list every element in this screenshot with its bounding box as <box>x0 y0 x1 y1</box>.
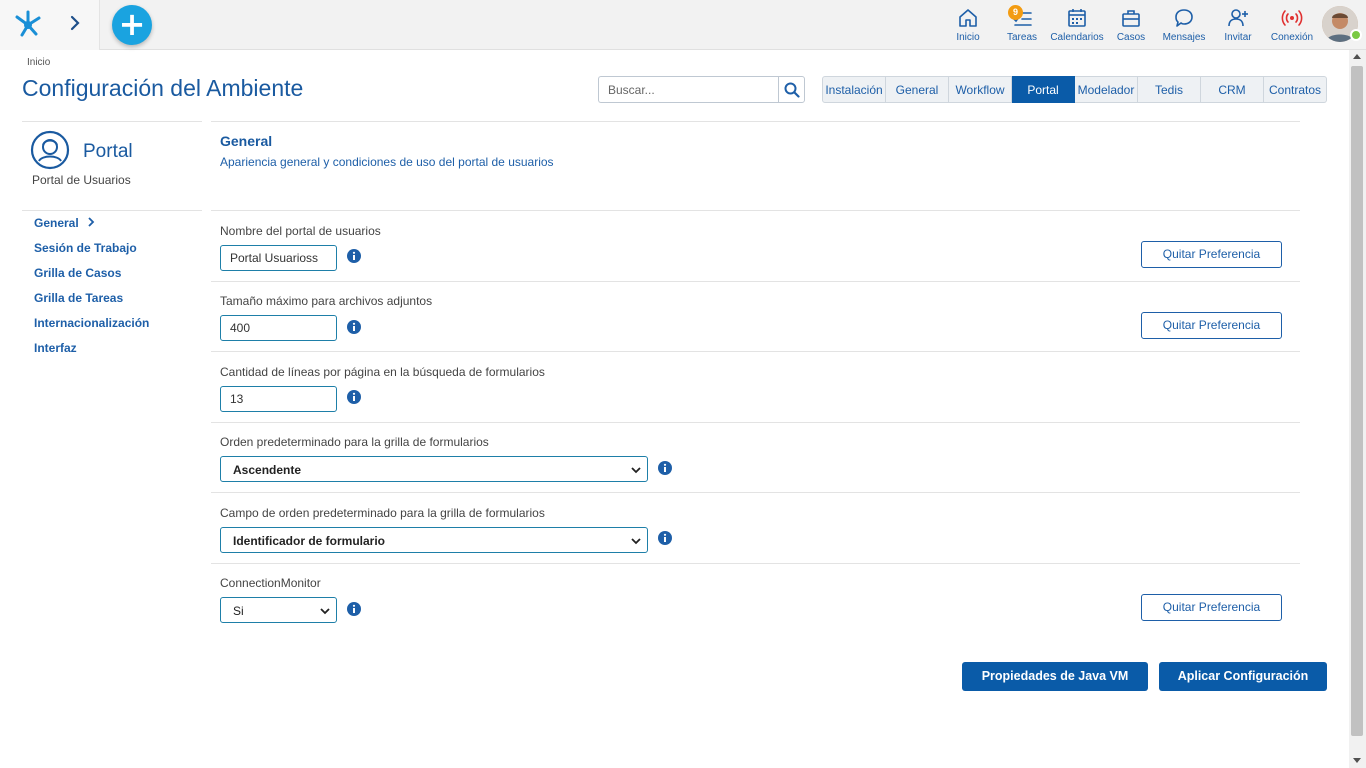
field-label: Orden predeterminado para la grilla de f… <box>220 435 489 449</box>
chevron-down-icon <box>631 538 641 545</box>
logo-block <box>0 0 100 50</box>
section-subtitle: Apariencia general y condiciones de uso … <box>220 155 554 169</box>
topbar-label: Inicio <box>956 32 980 43</box>
app-logo-icon[interactable] <box>12 9 44 39</box>
divider <box>211 281 1300 282</box>
topbar-messages[interactable]: Mensajes <box>1162 7 1206 43</box>
expand-chevron-icon[interactable] <box>68 14 82 32</box>
lines-per-page-input[interactable] <box>220 386 337 412</box>
section-title: General <box>220 133 273 149</box>
remove-preference-button[interactable]: Quitar Preferencia <box>1141 312 1282 339</box>
message-icon <box>1175 9 1193 27</box>
default-order-field-select[interactable]: Identificador de formulario <box>220 527 648 553</box>
divider <box>211 351 1300 352</box>
topbar-invite[interactable]: Invitar <box>1222 7 1254 43</box>
apply-configuration-button[interactable]: Aplicar Configuración <box>1159 662 1327 691</box>
remove-preference-button[interactable]: Quitar Preferencia <box>1141 241 1282 268</box>
menu-item-sesion[interactable]: Sesión de Trabajo <box>34 240 149 265</box>
search-input[interactable] <box>598 76 779 103</box>
calendar-icon <box>1068 9 1086 27</box>
field-label: Nombre del portal de usuarios <box>220 224 381 238</box>
tab-crm[interactable]: CRM <box>1201 76 1264 103</box>
connection-icon <box>1281 10 1303 26</box>
page-title: Configuración del Ambiente <box>22 75 304 101</box>
scroll-down-arrow-icon[interactable] <box>1353 758 1361 763</box>
tab-portal[interactable]: Portal <box>1012 76 1075 103</box>
search-button[interactable] <box>778 76 805 103</box>
tab-general[interactable]: General <box>886 76 949 103</box>
divider <box>211 563 1300 564</box>
connection-monitor-select[interactable]: Si <box>220 597 337 623</box>
select-value: Ascendente <box>233 463 302 477</box>
topbar-tasks[interactable]: 9 Tareas <box>1006 5 1038 43</box>
plus-icon: + <box>118 5 146 43</box>
java-vm-properties-button[interactable]: Propiedades de Java VM <box>962 662 1148 691</box>
scroll-thumb[interactable] <box>1351 66 1363 736</box>
topbar-label: Mensajes <box>1162 32 1206 43</box>
field-label: Tamaño máximo para archivos adjuntos <box>220 294 433 308</box>
select-value: Identificador de formulario <box>233 534 386 548</box>
info-icon[interactable] <box>347 320 361 334</box>
tab-tedis[interactable]: Tedis <box>1138 76 1201 103</box>
divider <box>211 121 1300 122</box>
tasks-badge: 9 <box>1008 5 1023 20</box>
divider <box>22 210 202 211</box>
topbar-label: Calendarios <box>1050 32 1104 43</box>
divider <box>211 210 1300 211</box>
breadcrumb[interactable]: Inicio <box>27 57 50 68</box>
topbar-calendars[interactable]: Calendarios <box>1050 7 1104 43</box>
search-icon <box>784 82 800 98</box>
remove-preference-button[interactable]: Quitar Preferencia <box>1141 594 1282 621</box>
menu-item-grilla-tareas[interactable]: Grilla de Tareas <box>34 290 149 315</box>
info-icon[interactable] <box>658 531 672 545</box>
select-value: Si <box>233 604 244 618</box>
tab-modelador[interactable]: Modelador <box>1075 76 1138 103</box>
tab-workflow[interactable]: Workflow <box>949 76 1012 103</box>
scroll-up-arrow-icon[interactable] <box>1353 54 1361 59</box>
chevron-right-icon <box>88 217 94 227</box>
vertical-scrollbar[interactable] <box>1349 50 1366 768</box>
tab-instalacion[interactable]: Instalación <box>822 76 886 103</box>
menu-item-label: General <box>34 216 79 230</box>
portal-user-icon <box>30 130 70 170</box>
left-menu: General Sesión de Trabajo Grilla de Caso… <box>34 215 149 365</box>
portal-name-input[interactable] <box>220 245 337 271</box>
topbar-label: Invitar <box>1224 32 1252 43</box>
divider <box>211 422 1300 423</box>
config-tabs: Instalación General Workflow Portal Mode… <box>822 76 1327 103</box>
invite-user-icon <box>1228 9 1248 27</box>
left-panel-subtitle: Portal de Usuarios <box>32 173 131 187</box>
topbar-connection[interactable]: Conexión <box>1270 7 1314 43</box>
info-icon[interactable] <box>347 602 361 616</box>
max-attachment-size-input[interactable] <box>220 315 337 341</box>
info-icon[interactable] <box>347 249 361 263</box>
field-label: Campo de orden predeterminado para la gr… <box>220 506 545 520</box>
topbar-home[interactable]: Inicio <box>955 7 981 43</box>
menu-item-interfaz[interactable]: Interfaz <box>34 340 149 365</box>
home-icon <box>959 9 977 27</box>
info-icon[interactable] <box>347 390 361 404</box>
chevron-down-icon <box>631 467 641 474</box>
menu-item-grilla-casos[interactable]: Grilla de Casos <box>34 265 149 290</box>
topbar-label: Casos <box>1116 32 1146 43</box>
tab-contratos[interactable]: Contratos <box>1264 76 1327 103</box>
divider <box>22 121 202 122</box>
divider <box>211 492 1300 493</box>
chevron-down-icon <box>320 608 330 615</box>
online-status-indicator <box>1350 29 1362 41</box>
topbar-label: Tareas <box>1006 32 1037 43</box>
left-panel-title: Portal <box>83 141 133 162</box>
field-label: Cantidad de líneas por página en la búsq… <box>220 365 545 379</box>
topbar-label: Conexión <box>1270 32 1314 43</box>
menu-item-internacionalizacion[interactable]: Internacionalización <box>34 315 149 340</box>
add-new-button[interactable]: + <box>112 5 152 45</box>
topbar-cases[interactable]: Casos <box>1116 7 1146 43</box>
info-icon[interactable] <box>658 461 672 475</box>
menu-item-general[interactable]: General <box>34 215 149 240</box>
briefcase-icon <box>1122 10 1140 27</box>
field-label: ConnectionMonitor <box>220 576 321 590</box>
top-bar: + Inicio 9 Tareas Calendarios Casos Mens… <box>0 0 1366 50</box>
default-order-select[interactable]: Ascendente <box>220 456 648 482</box>
